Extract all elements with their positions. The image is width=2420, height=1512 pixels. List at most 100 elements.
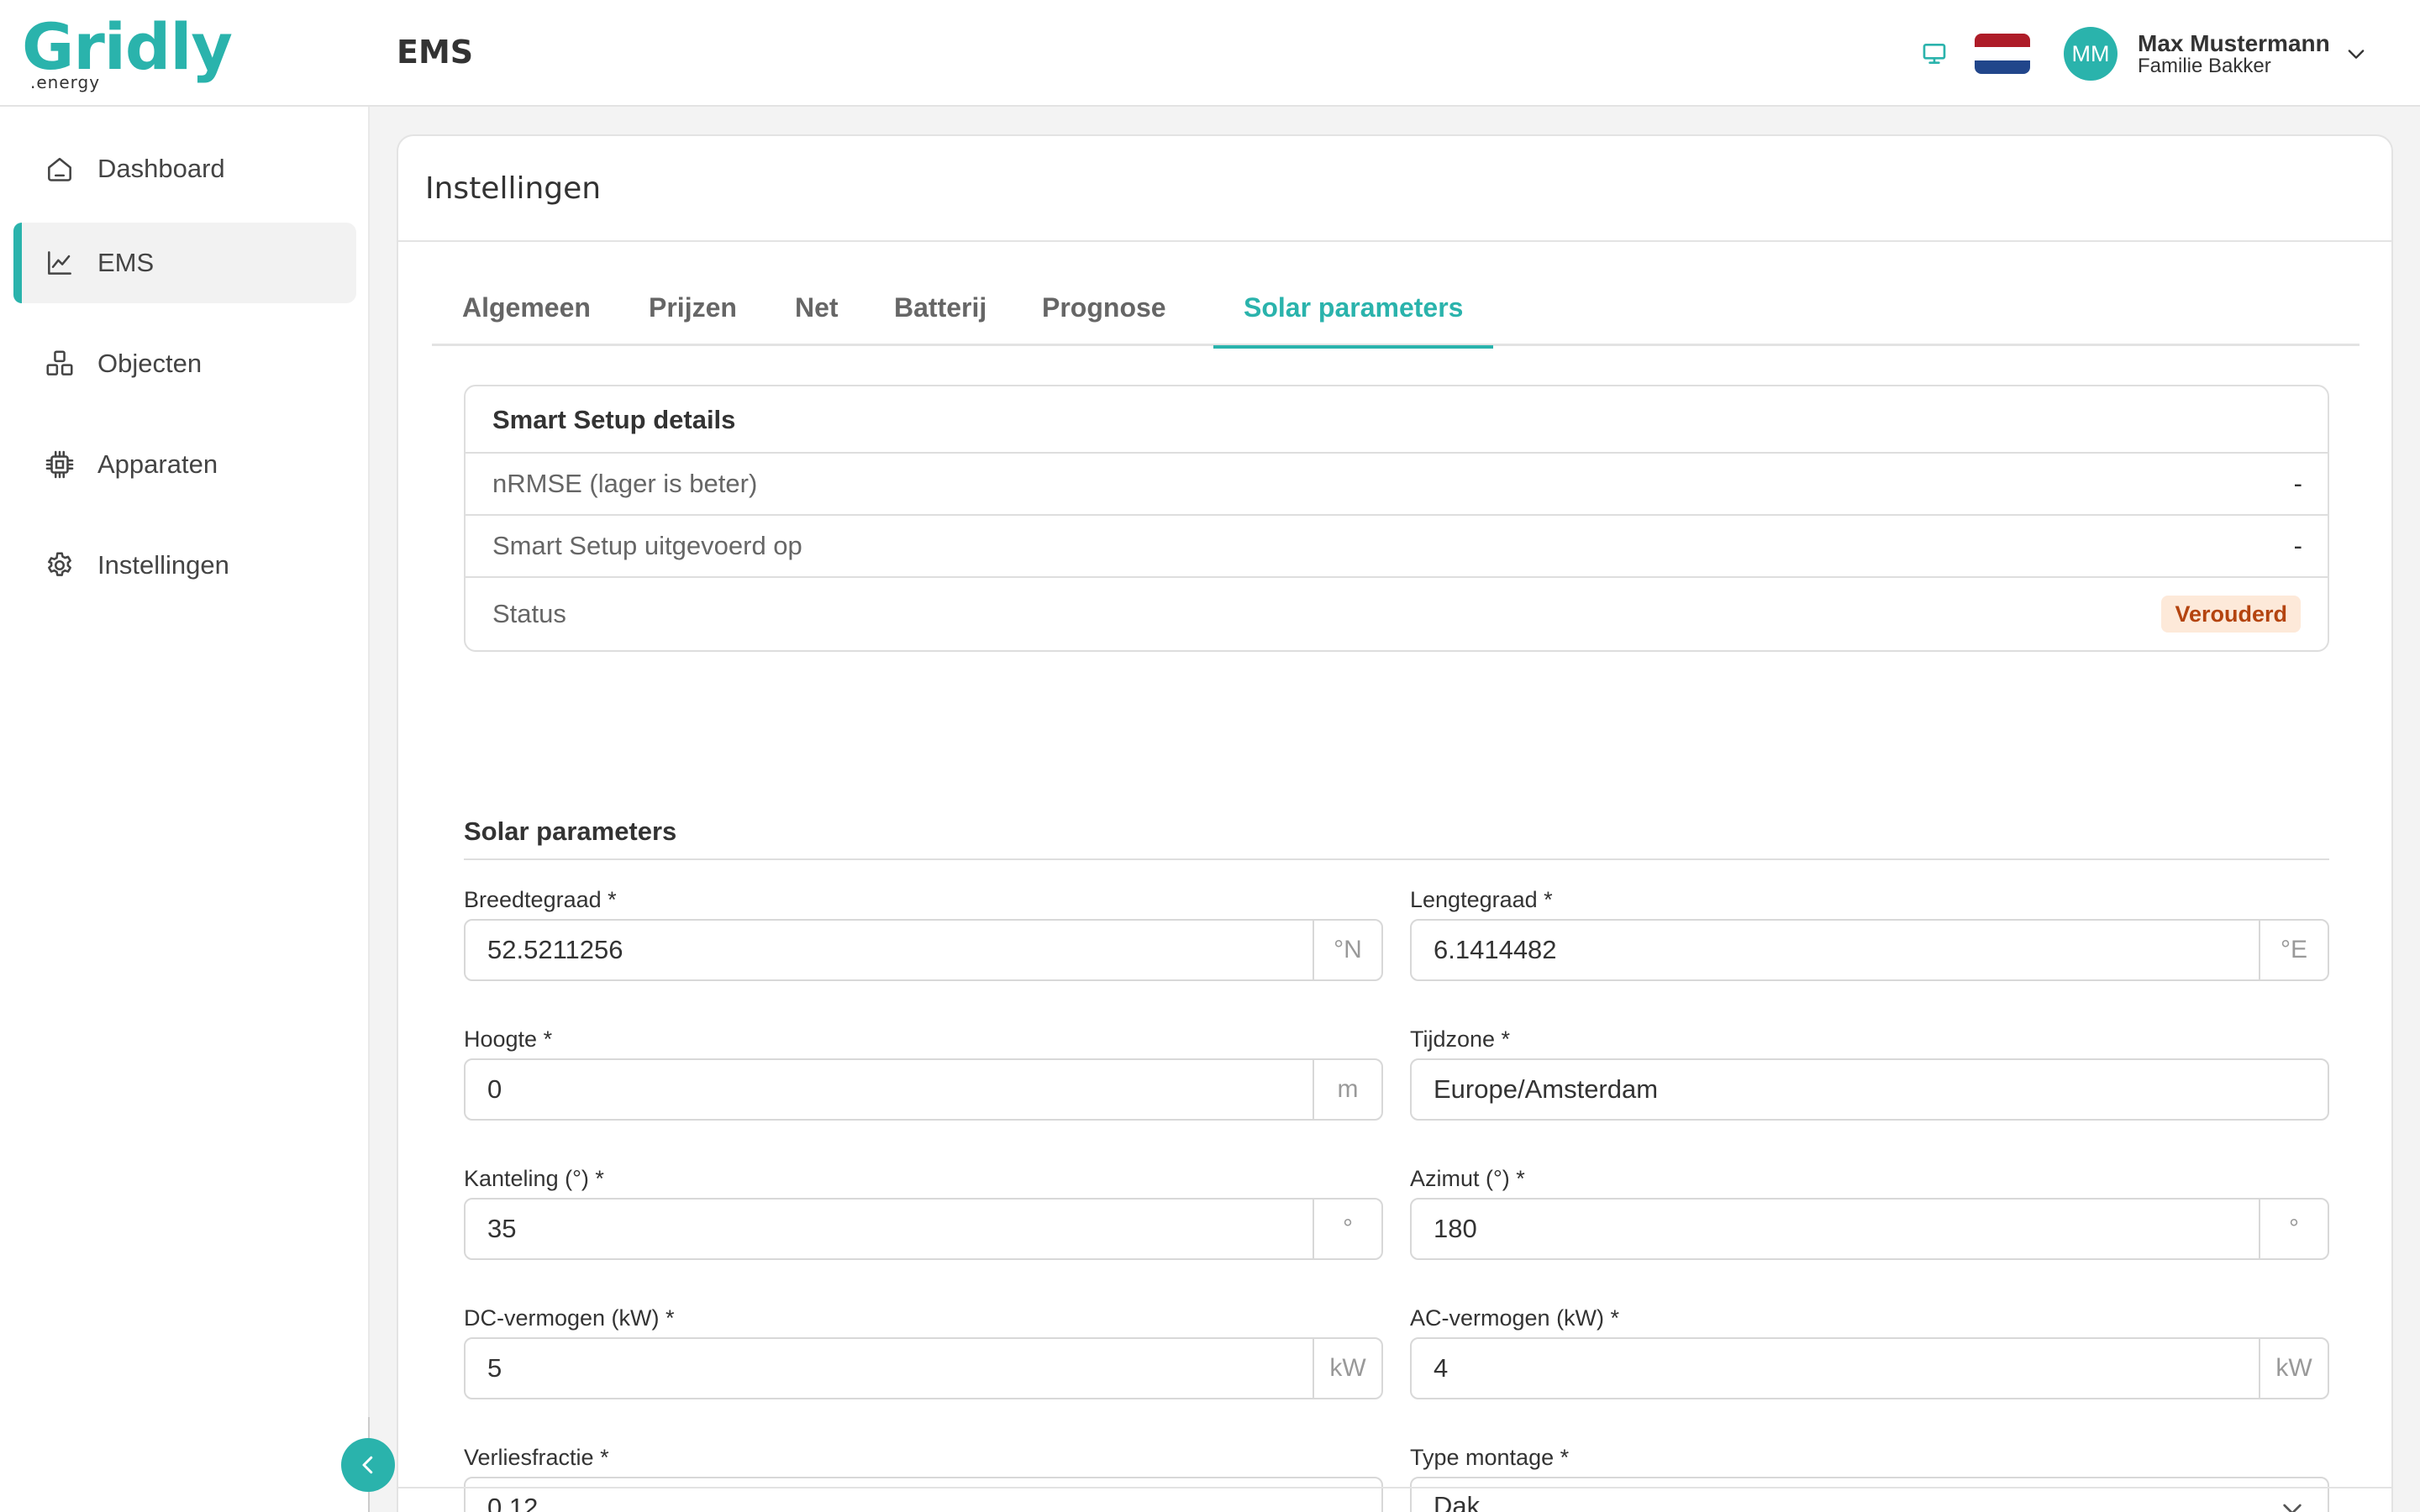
- input-value[interactable]: 5: [487, 1339, 502, 1398]
- sidebar: Dashboard EMS Objecten Apparaten Instell…: [0, 107, 370, 1512]
- chart-line-icon: [48, 251, 71, 275]
- home-icon: [48, 157, 71, 181]
- azimuth-input[interactable]: 180 °: [1410, 1198, 2329, 1260]
- tab-net[interactable]: Net: [795, 281, 839, 346]
- tab-prijzen[interactable]: Prijzen: [649, 281, 737, 346]
- sidebar-item-apparaten[interactable]: Apparaten: [13, 424, 356, 505]
- ac-power-field: AC-vermogen (kW) * 4 kW: [1410, 1302, 2329, 1399]
- chevron-left-icon: [362, 1456, 373, 1474]
- logo-suffix: .energy: [30, 72, 101, 92]
- objects-icon: [46, 350, 73, 375]
- dc-power-field: DC-vermogen (kW) * 5 kW: [464, 1302, 1383, 1399]
- field-label: Verliesfractie *: [464, 1445, 609, 1470]
- latitude-input[interactable]: 52.5211256 °N: [464, 919, 1383, 981]
- sidebar-item-label: Objecten: [97, 349, 203, 378]
- gridly-logo[interactable]: Gridly .energy: [22, 9, 233, 93]
- unit-addon: m: [1313, 1060, 1381, 1119]
- language-flag-dutch[interactable]: [1975, 34, 2030, 74]
- smart-setup-title: Smart Setup details: [492, 405, 736, 434]
- page-title: EMS: [397, 34, 474, 71]
- tab-solar-parameters[interactable]: Solar parameters: [1213, 281, 1495, 349]
- mount-type-select[interactable]: Dak: [1410, 1477, 2329, 1512]
- monitor-icon[interactable]: [1921, 40, 1948, 67]
- unit-addon: °E: [2259, 921, 2328, 979]
- timezone-input[interactable]: Europe/Amsterdam: [1410, 1058, 2329, 1121]
- dc-power-input[interactable]: 5 kW: [464, 1337, 1383, 1399]
- card-title: Instellingen: [425, 171, 602, 206]
- input-value[interactable]: 180: [1434, 1200, 1477, 1258]
- timezone-field: Tijdzone * Europe/Amsterdam: [1410, 1023, 2329, 1121]
- longitude-input[interactable]: 6.1414482 °E: [1410, 919, 2329, 981]
- tab-batterij[interactable]: Batterij: [894, 281, 986, 346]
- section-title: Solar parameters: [464, 816, 677, 846]
- altitude-field: Hoogte * 0 m: [464, 1023, 1383, 1121]
- settings-card: Instellingen Algemeen Prijzen Net Batter…: [397, 134, 2393, 1512]
- collapse-sidebar-button[interactable]: [341, 1438, 395, 1492]
- section-divider: [464, 858, 2329, 860]
- field-label: Type montage *: [1410, 1445, 1570, 1470]
- input-value[interactable]: 0: [487, 1060, 502, 1119]
- card-footer-divider: [398, 1487, 2391, 1488]
- longitude-field: Lengtegraad * 6.1414482 °E: [1410, 884, 2329, 981]
- gear-icon: [48, 552, 71, 576]
- chevron-down-icon[interactable]: [2279, 1495, 2306, 1512]
- chevron-down-icon[interactable]: [2344, 42, 2368, 66]
- row-value: -: [2293, 531, 2302, 560]
- latitude-field: Breedtegraad * 52.5211256 °N: [464, 884, 1383, 981]
- field-label: DC-vermogen (kW) *: [464, 1305, 675, 1331]
- sidebar-item-label: Instellingen: [97, 550, 229, 580]
- sidebar-item-instellingen[interactable]: Instellingen: [13, 525, 356, 606]
- avatar[interactable]: MM: [2064, 27, 2118, 81]
- smart-setup-table: Smart Setup details nRMSE (lager is bete…: [464, 385, 2329, 652]
- azimuth-field: Azimut (°) * 180 °: [1410, 1163, 2329, 1260]
- top-header: Gridly .energy EMS MM Max Mustermann Fam…: [0, 0, 2420, 107]
- table-row: Status Verouderd: [466, 576, 2328, 650]
- input-value[interactable]: 6.1414482: [1434, 921, 1557, 979]
- card-divider: [398, 240, 2391, 242]
- chip-icon: [45, 450, 74, 479]
- altitude-input[interactable]: 0 m: [464, 1058, 1383, 1121]
- row-label: Smart Setup uitgevoerd op: [492, 531, 802, 560]
- loss-fraction-field: Verliesfractie * 0.12: [464, 1441, 1383, 1512]
- tilt-field: Kanteling (°) * 35 °: [464, 1163, 1383, 1260]
- sidebar-item-ems[interactable]: EMS: [13, 223, 356, 303]
- input-value[interactable]: 35: [487, 1200, 516, 1258]
- field-label: Hoogte *: [464, 1026, 553, 1052]
- input-value[interactable]: Europe/Amsterdam: [1434, 1060, 1658, 1119]
- field-label: Azimut (°) *: [1410, 1166, 1525, 1191]
- field-label: Tijdzone *: [1410, 1026, 1511, 1052]
- sidebar-item-label: Apparaten: [97, 449, 218, 479]
- sidebar-item-label: Dashboard: [97, 154, 225, 183]
- row-label: Status: [492, 599, 566, 628]
- input-value[interactable]: 0.12: [487, 1478, 538, 1512]
- sidebar-item-objecten[interactable]: Objecten: [13, 323, 356, 404]
- field-label: AC-vermogen (kW) *: [1410, 1305, 1620, 1331]
- unit-addon: °: [1313, 1200, 1381, 1258]
- table-row: Smart Setup uitgevoerd op -: [466, 514, 2328, 576]
- tilt-input[interactable]: 35 °: [464, 1198, 1383, 1260]
- unit-addon: kW: [2259, 1339, 2328, 1398]
- row-value: -: [2293, 469, 2302, 498]
- ac-power-input[interactable]: 4 kW: [1410, 1337, 2329, 1399]
- row-label: nRMSE (lager is beter): [492, 469, 758, 498]
- select-value[interactable]: Dak: [1434, 1478, 1480, 1512]
- user-name[interactable]: Max Mustermann: [2138, 30, 2330, 57]
- unit-addon: kW: [1313, 1339, 1381, 1398]
- user-family[interactable]: Familie Bakker: [2138, 55, 2271, 78]
- unit-addon: °N: [1313, 921, 1381, 979]
- sidebar-item-label: EMS: [97, 248, 155, 277]
- mount-type-field: Type montage * Dak: [1410, 1441, 2329, 1512]
- table-row: nRMSE (lager is beter) -: [466, 452, 2328, 514]
- input-value[interactable]: 52.5211256: [487, 921, 623, 979]
- tab-prognose[interactable]: Prognose: [1042, 281, 1166, 346]
- loss-fraction-input[interactable]: 0.12: [464, 1477, 1383, 1512]
- settings-tabs: Algemeen Prijzen Net Batterij Prognose S…: [432, 281, 2360, 349]
- input-value[interactable]: 4: [1434, 1339, 1448, 1398]
- status-badge: Verouderd: [2161, 596, 2301, 633]
- field-label: Lengtegraad *: [1410, 887, 1553, 912]
- sidebar-item-dashboard[interactable]: Dashboard: [13, 129, 356, 209]
- tab-algemeen[interactable]: Algemeen: [462, 281, 591, 346]
- logo-wordmark: Gridly: [22, 9, 233, 84]
- field-label: Breedtegraad *: [464, 887, 617, 912]
- field-label: Kanteling (°) *: [464, 1166, 604, 1191]
